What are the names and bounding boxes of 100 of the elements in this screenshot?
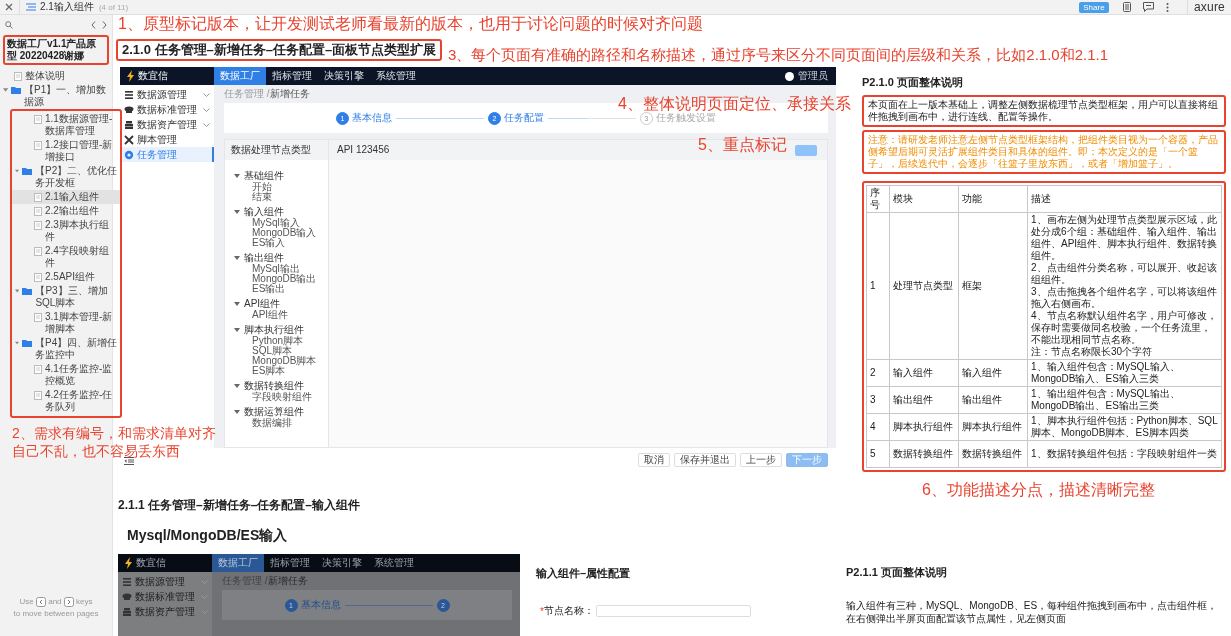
- expand-arrow-icon[interactable]: [3, 87, 9, 93]
- page-item[interactable]: 2.1输入组件: [12, 190, 120, 204]
- hint-text: to move between pages: [12, 608, 100, 620]
- note-text: 注意：请研发老师注意左侧节点类型框架结构，把组件类目视为一个容器，产品侧希望后期可灵活扩展组件类目和具体的组件。即：本次定义的是「一个篮子」，后续迭代中，会逐步「往篮子里放东西」，或者「增加篮子」。: [862, 130, 1226, 174]
- page-item[interactable]: 4.2任务监控-任务队列: [12, 388, 120, 414]
- footer-button[interactable]: 上一步: [740, 453, 782, 467]
- search-icon[interactable]: [5, 21, 13, 29]
- menu-item[interactable]: 数据标准管理: [120, 102, 214, 117]
- table-cell: 输入组件: [889, 359, 959, 387]
- tree-group[interactable]: 数据运算组件: [234, 406, 328, 418]
- document-icon[interactable]: [1122, 2, 1131, 12]
- folder-icon: [22, 167, 33, 175]
- expand-arrow-icon[interactable]: [15, 340, 20, 346]
- column-header: 功能: [958, 185, 1028, 213]
- component-item[interactable]: MongoDB输出: [234, 274, 328, 284]
- menu-item[interactable]: 数据源管理: [118, 574, 212, 589]
- description-point: 1、输入组件包含：MySQL输入、MongoDB输入、ES输入三类: [1031, 361, 1181, 385]
- gear-icon: [124, 149, 134, 160]
- component-item[interactable]: ES输出: [234, 284, 328, 294]
- caret-icon: [234, 383, 240, 389]
- table-cell: 输出组件: [889, 386, 959, 414]
- page-item[interactable]: 3.1脚本管理-新增脚本: [12, 310, 120, 336]
- more-icon[interactable]: [1165, 2, 1169, 12]
- list-icon: [124, 89, 134, 100]
- folder-item[interactable]: 【P2】二、优化任务开发框: [12, 164, 120, 190]
- component-item[interactable]: MongoDB输入: [234, 228, 328, 238]
- table-cell: 数据转换组件: [889, 440, 959, 468]
- panel-header: 数据处理节点类型: [225, 140, 329, 160]
- expand-arrow-icon[interactable]: [15, 168, 20, 174]
- chevron-right-icon[interactable]: [102, 21, 107, 29]
- component-item[interactable]: MySql输入: [234, 218, 328, 228]
- page-icon: [34, 313, 42, 322]
- nav-tab[interactable]: 决策引擎: [318, 67, 370, 85]
- indent-icon[interactable]: [124, 457, 134, 465]
- component-item[interactable]: MySql输出: [234, 264, 328, 274]
- footer-button[interactable]: 保存并退出: [674, 453, 736, 467]
- hint-text: and: [48, 597, 62, 606]
- component-item[interactable]: 结束: [234, 192, 328, 202]
- page-item[interactable]: 4.1任务监控-监控概览: [12, 362, 120, 388]
- menu-item[interactable]: 脚本管理: [120, 132, 214, 147]
- nav-tab[interactable]: 数据工厂: [214, 67, 266, 85]
- input-field[interactable]: [595, 605, 751, 617]
- nav-tab[interactable]: 指标管理: [266, 67, 318, 85]
- folder-item[interactable]: 【P3】三、增加SQL脚本: [12, 284, 120, 310]
- component-item[interactable]: SQL脚本: [234, 346, 328, 356]
- component-item[interactable]: API组件: [234, 310, 328, 320]
- tree-group[interactable]: 脚本执行组件: [234, 324, 328, 336]
- tree-group[interactable]: 数据转换组件: [234, 380, 328, 392]
- expand-arrow-icon[interactable]: [15, 288, 20, 294]
- page-item[interactable]: 2.3脚本执行组件: [12, 218, 120, 244]
- stack-icon: [124, 119, 134, 130]
- tree-group[interactable]: 输入组件: [234, 206, 328, 218]
- annotation-text: 6、功能描述分点，描述清晰完整: [922, 481, 1156, 500]
- component-item[interactable]: 数据编排: [234, 418, 328, 428]
- section-subheading: Mysql/MongoDB/ES输入: [127, 527, 288, 545]
- menu-item[interactable]: 数据标准管理: [118, 589, 212, 604]
- tree-group[interactable]: API组件: [234, 298, 328, 310]
- nav-tab[interactable]: 决策引擎: [316, 554, 368, 572]
- close-icon[interactable]: [5, 3, 13, 11]
- page-item[interactable]: 2.2输出组件: [12, 204, 120, 218]
- step-label: 任务触发设置: [656, 111, 716, 125]
- component-item[interactable]: Python脚本: [234, 336, 328, 346]
- page-item[interactable]: 2.4字段映射组件: [12, 244, 120, 270]
- tree-group[interactable]: 输出组件: [234, 252, 328, 264]
- field-label: 节点名称：: [543, 604, 594, 618]
- nav-tab[interactable]: 数据工厂: [212, 554, 264, 572]
- avatar-icon: [785, 71, 794, 81]
- nav-tab[interactable]: 系统管理: [368, 554, 420, 572]
- page-item[interactable]: 1.1数据源管理-数据库管理: [12, 112, 120, 138]
- component-item[interactable]: MongoDB脚本: [234, 356, 328, 366]
- table-cell: 脚本执行组件: [958, 413, 1028, 441]
- component-item[interactable]: ES输入: [234, 238, 328, 248]
- menu-item[interactable]: 数据资产管理: [118, 604, 212, 619]
- footer-button[interactable]: 取消: [638, 453, 670, 467]
- component-item[interactable]: ES脚本: [234, 366, 328, 376]
- table-cell: 输入组件: [958, 359, 1028, 387]
- page-item[interactable]: 2.5API组件: [12, 270, 120, 284]
- component-item[interactable]: 开始: [234, 182, 328, 192]
- description-point: 3、点击拖拽各个组件名字，可以将该组件拖入右侧画布。: [1031, 286, 1218, 310]
- tools-icon: [124, 134, 134, 145]
- menu-item[interactable]: 数据源管理: [120, 87, 214, 102]
- comment-icon[interactable]: [1142, 2, 1154, 12]
- page-icon: [34, 273, 42, 282]
- menu-item[interactable]: 任务管理: [120, 147, 214, 162]
- chevron-left-icon[interactable]: [91, 21, 96, 29]
- brand-logo: axure: [1193, 0, 1226, 14]
- tree-group[interactable]: 基础组件: [234, 170, 328, 182]
- page-item[interactable]: 1.2接口管理-新增接口: [12, 138, 120, 164]
- menu-item[interactable]: 数据资产管理: [120, 117, 214, 132]
- folder-item[interactable]: 【P4】四、新增任务监控中: [12, 336, 120, 362]
- logo-icon: [126, 70, 135, 82]
- left-key-icon: [35, 596, 46, 607]
- table-cell: 3: [866, 386, 890, 414]
- component-item[interactable]: 字段映射组件: [234, 392, 328, 402]
- description-point: 4、节点名称默认组件名字，用户可修改，保存时需要做同名校验，一个任务流里，不能出现相同节点名称。: [1031, 310, 1218, 346]
- nav-tab[interactable]: 指标管理: [264, 554, 316, 572]
- page-item[interactable]: 整体说明: [0, 69, 112, 83]
- user-name: 管理员: [798, 69, 828, 83]
- nav-tab[interactable]: 系统管理: [370, 67, 422, 85]
- folder-item[interactable]: 【P1】一、增加数据源: [0, 83, 112, 109]
